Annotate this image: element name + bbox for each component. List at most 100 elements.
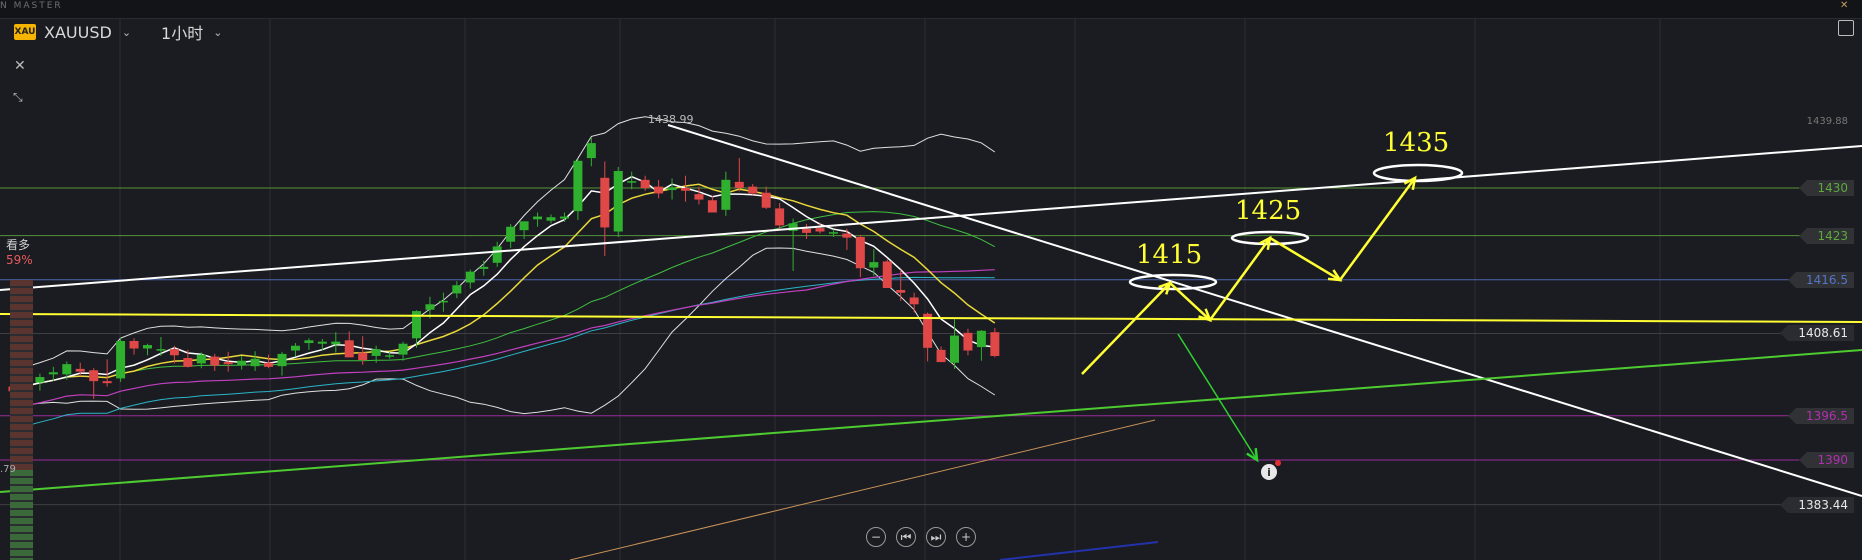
candle-body-5 (75, 368, 85, 372)
candle-body-66 (896, 290, 906, 293)
candle-body-62 (842, 233, 852, 238)
candle-body-65 (882, 261, 892, 288)
candle-body-12 (169, 349, 179, 356)
candle-body-28 (385, 355, 395, 357)
sentiment-panel: 看多 59% (6, 238, 33, 268)
ma-blue (999, 541, 1159, 560)
scroll-back-button[interactable]: ⏮ (896, 527, 916, 547)
candle-body-25 (344, 340, 354, 358)
candle-body-15 (210, 356, 220, 366)
candle-body-9 (129, 341, 139, 349)
candle-body-35 (479, 266, 489, 269)
sentiment-label: 看多 (6, 238, 31, 252)
price-label-4: 1396.5 (1788, 407, 1854, 424)
candle-body-6 (89, 370, 99, 382)
candle-body-14 (196, 354, 206, 364)
candle-body-42 (573, 160, 583, 212)
candle-body-61 (828, 232, 838, 234)
candle-body-38 (519, 221, 529, 231)
candle-body-52 (707, 200, 717, 213)
candle-body-64 (869, 262, 879, 268)
ma-white (12, 175, 995, 392)
candle-body-67 (909, 297, 919, 305)
candle-body-73 (990, 332, 1000, 356)
ma-green (12, 211, 996, 392)
price-label-1: 1423 (1799, 227, 1854, 244)
candle-body-2 (35, 377, 45, 383)
candle-body-53 (721, 179, 731, 210)
candle-body-45 (613, 171, 623, 232)
candle-body-29 (398, 343, 408, 355)
bearish-arrow-head (1246, 447, 1259, 463)
candle-body-44 (600, 177, 610, 228)
candle-body-63 (855, 236, 865, 269)
sentiment-value: 59% (6, 253, 33, 267)
candle-body-40 (546, 217, 556, 221)
candle-body-70 (950, 335, 959, 363)
shrink-icon[interactable]: ⤡ (13, 90, 23, 105)
ma-cyan (12, 276, 995, 433)
candle-body-39 (533, 216, 543, 220)
price-label-6: 1383.44 (1780, 496, 1854, 513)
candle-body-69 (936, 349, 946, 363)
notification-dot (1275, 460, 1281, 466)
candle-body-32 (438, 300, 448, 303)
panel-toggle-icon[interactable] (1838, 20, 1854, 36)
scroll-forward-button[interactable]: ⏭ (926, 527, 946, 547)
candle-body-3 (48, 372, 58, 375)
logo-icon: ✕ (1840, 0, 1849, 11)
candle-body-13 (183, 358, 193, 367)
brand-text: N MASTER (0, 1, 63, 11)
chart-area[interactable] (0, 18, 1862, 560)
price-label-2: 1416.5 (1788, 271, 1854, 288)
symbol-name[interactable]: XAUUSD (44, 23, 112, 42)
candle-body-23 (317, 341, 327, 344)
symbol-bar[interactable]: XAU XAUUSD ⌄ 1小时 ⌄ (14, 20, 222, 44)
candle-body-4 (62, 364, 72, 375)
top-right-value: 1439.88 (1806, 116, 1848, 127)
zoom-out-button[interactable]: − (866, 527, 886, 547)
price-chart[interactable] (0, 18, 1862, 560)
candle-body-10 (143, 345, 152, 349)
candle-body-17 (237, 360, 247, 365)
candle-body-71 (963, 332, 973, 351)
candle-body-20 (277, 353, 287, 367)
candle-body-55 (748, 186, 758, 194)
chevron-down-icon[interactable]: ⌄ (122, 26, 131, 39)
chevron-down-icon[interactable]: ⌄ (213, 26, 222, 39)
top-bar: N MASTER ✕ (0, 0, 1862, 19)
info-icon[interactable]: i (1261, 464, 1277, 480)
candle-body-11 (156, 349, 166, 351)
candle-body-22 (304, 340, 314, 344)
candle-body-31 (425, 304, 435, 310)
candle-body-54 (734, 181, 744, 188)
trendline-down (667, 124, 1862, 497)
candle-body-72 (976, 330, 986, 348)
bollinger-upper (12, 116, 996, 384)
interval-selector[interactable]: 1小时 (161, 20, 203, 44)
candle-body-33 (452, 285, 462, 294)
target-label-1: 1425 (1235, 196, 1302, 226)
sentiment-bar-bearish (10, 470, 33, 560)
candle-body-16 (223, 362, 233, 365)
candle-body-27 (371, 349, 381, 356)
zoom-in-button[interactable]: + (956, 527, 976, 547)
candle-body-34 (465, 271, 475, 283)
bollinger-lower (12, 247, 996, 415)
candle-body-47 (640, 179, 650, 188)
candle-body-8 (116, 341, 126, 379)
candle-body-24 (331, 341, 341, 345)
price-label-3: 1408.61 (1780, 325, 1854, 342)
candle-body-60 (815, 228, 825, 232)
target-label-2: 1435 (1383, 128, 1450, 158)
candle-body-37 (506, 226, 516, 242)
trendline-green (0, 349, 1862, 493)
candle-body-21 (290, 345, 300, 351)
candle-body-26 (358, 352, 368, 361)
close-icon[interactable]: ✕ (14, 58, 26, 74)
price-label-0: 1430 (1799, 180, 1854, 196)
candle-body-41 (559, 216, 569, 219)
ma-yellow (12, 183, 996, 392)
candle-body-43 (586, 143, 596, 159)
candle-body-57 (775, 208, 785, 226)
